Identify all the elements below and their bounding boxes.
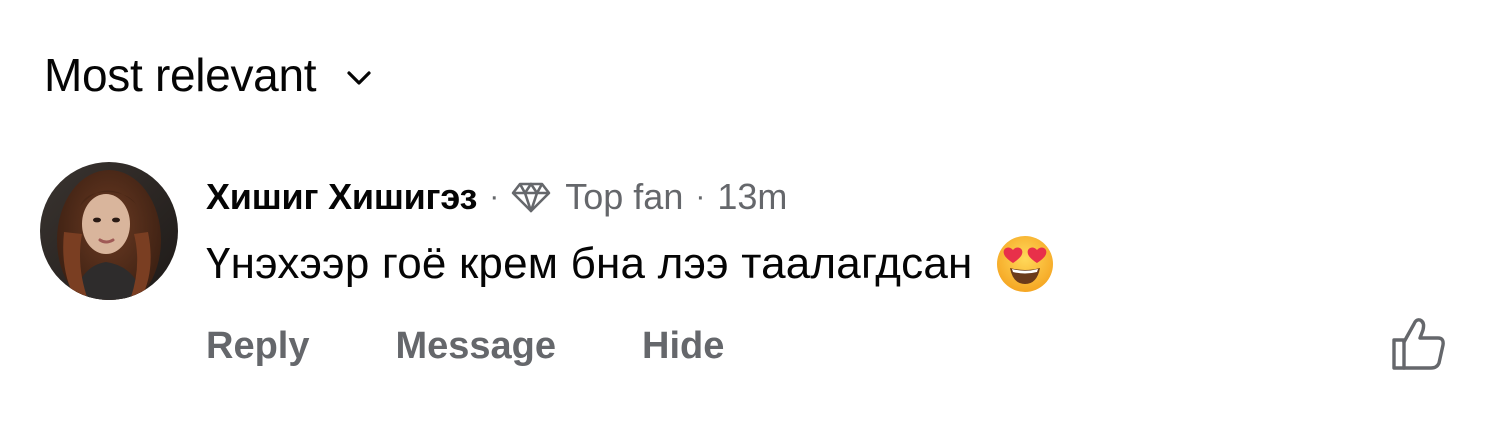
diamond-icon	[511, 182, 551, 213]
author-name[interactable]: Хишиг Хишигэз	[206, 176, 477, 218]
comment-text: Үнэхээр гоё крем бна лээ таалагдсан	[206, 239, 973, 288]
separator-dot: ·	[695, 180, 706, 213]
thumbs-up-icon[interactable]	[1390, 316, 1448, 372]
sort-dropdown[interactable]: Most relevant	[44, 46, 372, 104]
hide-button[interactable]: Hide	[642, 325, 724, 368]
avatar-photo	[40, 162, 178, 300]
sort-label: Most relevant	[44, 49, 317, 101]
top-fan-badge: Top fan	[565, 176, 684, 217]
comment-meta: Хишиг Хишигэз · Top fan · 13m	[206, 172, 787, 222]
avatar[interactable]	[40, 162, 178, 300]
message-button[interactable]: Message	[395, 325, 556, 368]
heart-eyes-emoji-icon	[996, 236, 1053, 292]
separator-dot: ·	[489, 180, 500, 213]
chevron-down-icon	[347, 71, 371, 85]
comment-body: Үнэхээр гоё крем бна лээ таалагдсан	[206, 234, 1055, 294]
comment-actions: Reply Message Hide	[206, 322, 724, 370]
reply-button[interactable]: Reply	[206, 325, 309, 368]
comment-time[interactable]: 13m	[717, 176, 787, 218]
